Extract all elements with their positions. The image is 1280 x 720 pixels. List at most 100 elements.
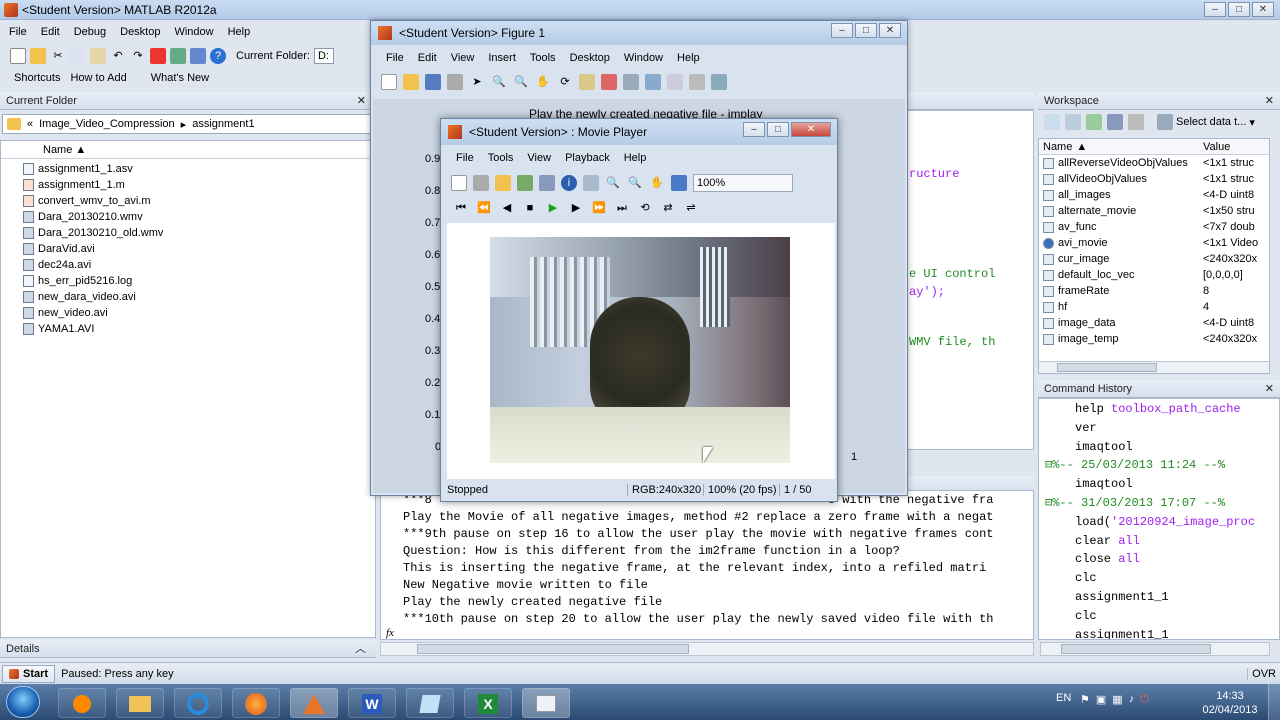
show-desktop-button[interactable]	[1268, 684, 1280, 720]
list-item[interactable]: hs_err_pid5216.log	[19, 273, 375, 289]
history-row[interactable]: clear all	[1039, 532, 1279, 551]
table-row[interactable]: av_func <7x7 doub	[1039, 219, 1269, 235]
fx-icon[interactable]: fx	[386, 627, 394, 639]
table-row[interactable]: image_temp <240x320x	[1039, 331, 1269, 347]
colorbar-icon[interactable]	[645, 74, 661, 90]
hide-tools-icon[interactable]	[689, 74, 705, 90]
menu-file[interactable]: File	[2, 22, 34, 42]
data-cursor-icon[interactable]	[579, 74, 595, 90]
window-taskbar-icon[interactable]	[522, 688, 570, 718]
show-tools-icon[interactable]	[711, 74, 727, 90]
list-item[interactable]: assignment1_1.m	[19, 177, 375, 193]
menu-item[interactable]: Edit	[411, 48, 444, 68]
list-item[interactable]: Dara_20130210.wmv	[19, 209, 375, 225]
table-row[interactable]: frameRate 8	[1039, 283, 1269, 299]
menu-help[interactable]: Help	[221, 22, 258, 42]
start-button[interactable]: Start	[2, 664, 56, 683]
menu-window[interactable]: Window	[167, 22, 220, 42]
simulink-icon[interactable]	[150, 48, 166, 64]
loop-icon[interactable]: ⟲	[637, 200, 653, 216]
go-to-last-icon[interactable]: ⏭	[614, 200, 630, 216]
flag-icon[interactable]: ⚑	[1080, 693, 1090, 706]
chevron-up-icon[interactable]: ︿	[355, 640, 366, 658]
history-row[interactable]: clc	[1039, 569, 1279, 588]
folder-path-bar[interactable]: « Image_Video_Compression ▸ assignment1	[2, 114, 374, 134]
current-folder-field[interactable]: D:	[313, 48, 334, 64]
list-item[interactable]: assignment1_1.asv	[19, 161, 375, 177]
history-row[interactable]: load('20120924_image_proc	[1039, 513, 1279, 532]
paste-icon[interactable]	[90, 48, 106, 64]
open-icon[interactable]	[403, 74, 419, 90]
column-header-value[interactable]: Value	[1199, 139, 1269, 154]
history-hscrollbar[interactable]	[1040, 642, 1270, 656]
table-row[interactable]: all_images <4-D uint8	[1039, 187, 1269, 203]
history-row[interactable]: help toolbox_path_cache	[1039, 400, 1279, 419]
pan-icon[interactable]: ✋	[649, 175, 665, 191]
play-icon[interactable]: ▶	[545, 200, 561, 216]
shortcuts-label[interactable]: Shortcuts	[4, 72, 60, 84]
word-taskbar-icon[interactable]: W	[348, 688, 396, 718]
path-segment[interactable]: assignment1	[192, 118, 254, 130]
notes-taskbar-icon[interactable]	[406, 688, 454, 718]
history-row[interactable]: ⊟%-- 25/03/2013 11:24 --%	[1039, 456, 1279, 475]
language-indicator[interactable]: EN	[1056, 692, 1071, 704]
export-icon[interactable]	[517, 175, 533, 191]
panel-close-icon[interactable]: ✕	[1265, 92, 1274, 110]
fit-to-window-icon[interactable]	[671, 175, 687, 191]
menu-item[interactable]: Tools	[481, 148, 521, 168]
table-row[interactable]: alternate_movie <1x50 stru	[1039, 203, 1269, 219]
table-row[interactable]: avi_movie <1x1 Video	[1039, 235, 1269, 251]
save-icon[interactable]	[425, 74, 441, 90]
workspace-hscrollbar[interactable]	[1039, 361, 1269, 373]
volume-icon[interactable]: ♪	[1129, 693, 1135, 706]
select-data-dropdown[interactable]: Select data t... ▾	[1157, 114, 1255, 130]
minimize-button[interactable]: –	[831, 23, 853, 38]
legend-icon[interactable]	[667, 74, 683, 90]
column-header-name[interactable]: Name ▲	[1039, 139, 1199, 154]
cut-icon[interactable]: ✂	[50, 48, 66, 64]
history-row[interactable]: imaqtool	[1039, 438, 1279, 457]
tray-icon[interactable]: ▣	[1096, 693, 1106, 706]
maximize-button[interactable]: □	[1228, 2, 1250, 17]
minimize-button[interactable]: –	[1204, 2, 1226, 17]
menu-item[interactable]: Insert	[481, 48, 523, 68]
new-figure-icon[interactable]	[381, 74, 397, 90]
undo-icon[interactable]: ↶	[110, 48, 126, 64]
menu-item[interactable]: File	[379, 48, 411, 68]
fast-forward-icon[interactable]: ⏩	[591, 200, 607, 216]
pixel-region-icon[interactable]	[583, 175, 599, 191]
history-row[interactable]: assignment1_1	[1039, 588, 1279, 607]
help-icon[interactable]: ?	[210, 48, 226, 64]
menu-item[interactable]: File	[449, 148, 481, 168]
new-file-icon[interactable]	[10, 48, 26, 64]
history-row[interactable]: clc	[1039, 607, 1279, 626]
info-icon[interactable]: i	[561, 175, 577, 191]
history-row[interactable]: imaqtool	[1039, 475, 1279, 494]
open-variable-icon[interactable]	[1065, 114, 1081, 130]
internet-explorer-taskbar-icon[interactable]	[174, 688, 222, 718]
new-variable-icon[interactable]	[1044, 114, 1060, 130]
print-icon[interactable]	[473, 175, 489, 191]
rewind-icon[interactable]: ⏪	[476, 200, 492, 216]
panel-close-icon[interactable]: ✕	[357, 92, 366, 110]
details-header[interactable]: Details ︿	[0, 640, 376, 658]
close-button[interactable]: ✕	[1252, 2, 1274, 17]
list-item[interactable]: Dara_20130210_old.wmv	[19, 225, 375, 241]
media-player-taskbar-icon[interactable]	[58, 688, 106, 718]
guide-icon[interactable]	[170, 48, 186, 64]
menu-item[interactable]: Help	[670, 48, 707, 68]
import-data-icon[interactable]	[1086, 114, 1102, 130]
stop-icon[interactable]: ■	[522, 200, 538, 216]
zoom-out-icon[interactable]: 🔍	[627, 175, 643, 191]
snapshot-icon[interactable]	[539, 175, 555, 191]
profiler-icon[interactable]	[190, 48, 206, 64]
menu-item[interactable]: Help	[617, 148, 654, 168]
path-segment[interactable]: Image_Video_Compression	[39, 118, 175, 130]
history-row[interactable]: close all	[1039, 550, 1279, 569]
delete-icon[interactable]	[1128, 114, 1144, 130]
link-icon[interactable]	[623, 74, 639, 90]
power-icon[interactable]: ⏻	[1140, 693, 1149, 706]
close-button[interactable]: ✕	[791, 122, 831, 137]
redo-icon[interactable]: ↷	[130, 48, 146, 64]
close-button[interactable]: ✕	[879, 23, 901, 38]
